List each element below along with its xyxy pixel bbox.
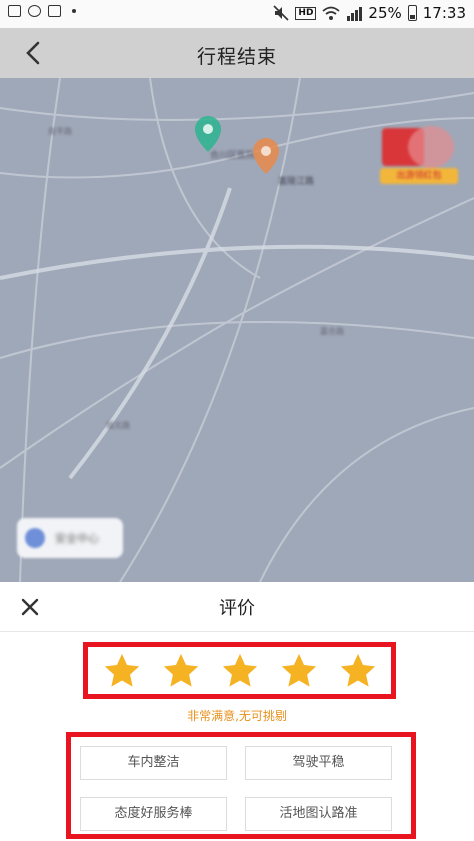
trip-map[interactable]: 合川区医院 嘉陵江路 南平路 嘉合路 城北路 出游领红包 安全中心 <box>0 78 474 582</box>
star-icon[interactable] <box>103 652 141 690</box>
feedback-tag[interactable]: 车内整洁 <box>80 746 227 780</box>
star-rating <box>88 647 391 694</box>
feedback-tags-highlight: 车内整洁 驾驶平稳 态度好服务棒 活地图认路准 <box>66 732 416 839</box>
wifi-icon <box>322 6 341 20</box>
map-road-label: 南平路 <box>48 127 72 136</box>
map-road-label: 嘉合路 <box>320 327 344 336</box>
feedback-tag[interactable]: 驾驶平稳 <box>245 746 392 780</box>
star-icon[interactable] <box>280 652 318 690</box>
battery-icon <box>407 5 417 21</box>
map-road-label: 城北路 <box>106 421 130 430</box>
rating-title: 评价 <box>219 598 255 619</box>
safety-center-button[interactable]: 安全中心 <box>17 518 123 558</box>
feedback-tag[interactable]: 活地图认路准 <box>245 797 392 831</box>
folder-icon <box>48 5 61 17</box>
star-icon[interactable] <box>162 652 200 690</box>
page-title: 行程结束 <box>196 46 277 68</box>
notification-dot-icon <box>72 9 76 13</box>
status-left-icons <box>8 5 76 17</box>
rating-sheet-header: 评价 <box>0 582 474 632</box>
status-bar: HD 25% 17:33 <box>0 0 474 28</box>
battery-percent: 25% <box>368 4 402 22</box>
promo-badge: 出游领红包 <box>380 168 458 184</box>
status-right-icons: HD 25% 17:33 <box>273 4 466 22</box>
start-pin-label: 合川区医院 <box>210 151 256 161</box>
star-rating-highlight <box>83 642 396 699</box>
image-icon <box>8 5 21 17</box>
feedback-tag[interactable]: 态度好服务棒 <box>80 797 227 831</box>
signal-icon <box>347 6 363 21</box>
mute-icon <box>273 5 289 21</box>
clock: 17:33 <box>422 4 466 22</box>
safety-center-label: 安全中心 <box>55 532 99 545</box>
star-icon[interactable] <box>221 652 259 690</box>
shield-icon <box>25 528 45 548</box>
hd-badge: HD <box>295 6 317 20</box>
top-navigation-bar: 行程结束 <box>0 28 474 78</box>
rating-description: 非常满意,无可挑剔 <box>187 709 287 723</box>
star-icon[interactable] <box>339 652 377 690</box>
end-location-pin-icon <box>253 138 279 174</box>
sync-icon <box>28 5 41 17</box>
red-envelope-promo[interactable]: 出游领红包 <box>378 124 462 188</box>
end-pin-label: 嘉陵江路 <box>278 177 315 187</box>
